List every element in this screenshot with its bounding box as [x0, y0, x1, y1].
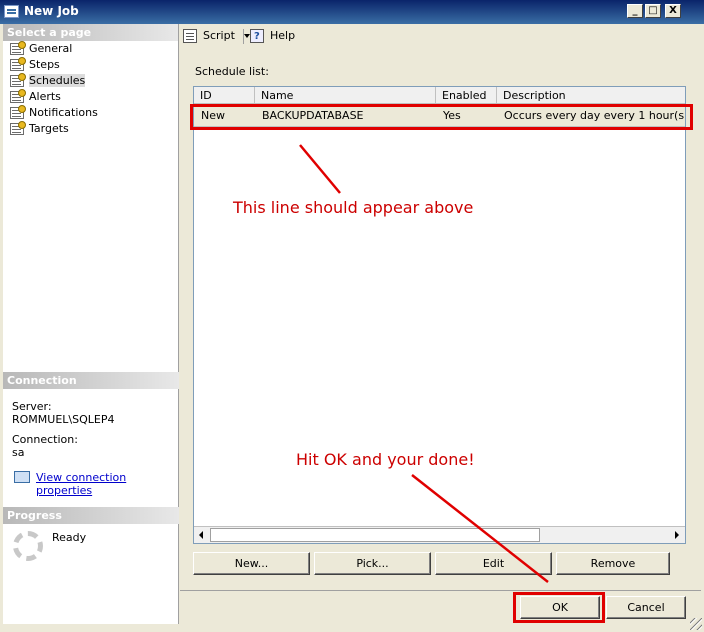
script-button[interactable]: Script — [183, 28, 251, 44]
scrollbar-thumb[interactable] — [210, 528, 540, 542]
minimize-button[interactable]: _ — [627, 4, 643, 18]
connection-header: Connection — [3, 372, 179, 389]
annotation-row-highlight — [190, 104, 693, 130]
help-label: Help — [270, 29, 296, 42]
sidebar-item-label: General — [29, 42, 73, 55]
scroll-left-icon[interactable] — [195, 528, 209, 542]
progress-status: Ready — [52, 531, 87, 544]
sidebar-item-label: Alerts — [29, 90, 61, 103]
window-icon — [4, 5, 19, 18]
sidebar-item-label: Schedules — [29, 74, 86, 87]
column-header-enabled[interactable]: Enabled — [436, 87, 497, 104]
toolbar: Script Help — [180, 24, 701, 48]
sidebar-item-steps[interactable]: Steps — [3, 57, 178, 73]
sidebar-item-general[interactable]: General — [3, 41, 178, 57]
sidebar-item-alerts[interactable]: Alerts — [3, 89, 178, 105]
window-title: New Job — [24, 4, 79, 18]
remove-schedule-button[interactable]: Remove — [556, 552, 670, 575]
new-schedule-button[interactable]: New... — [193, 552, 310, 575]
sidebar: Select a page General Steps Schedules Al… — [3, 24, 179, 624]
sidebar-item-targets[interactable]: Targets — [3, 121, 178, 137]
progress-section: Progress Ready — [3, 507, 179, 561]
toolbar-separator — [243, 29, 244, 44]
help-icon — [250, 29, 264, 45]
cancel-button[interactable]: Cancel — [606, 596, 686, 619]
page-list: General Steps Schedules Alerts Notificat… — [3, 41, 178, 137]
page-icon — [10, 41, 26, 55]
annotation-ok-highlight — [513, 592, 605, 623]
sidebar-item-notifications[interactable]: Notifications — [3, 105, 178, 121]
connection-value: sa — [12, 446, 25, 459]
select-page-header: Select a page — [3, 24, 178, 41]
maximize-button[interactable]: □ — [645, 4, 661, 18]
pick-schedule-button[interactable]: Pick... — [314, 552, 431, 575]
edit-schedule-button[interactable]: Edit — [435, 552, 552, 575]
server-value: ROMMUEL\SQLEP4 — [12, 413, 115, 426]
connection-section: Connection Server: ROMMUEL\SQLEP4 Connec… — [3, 372, 179, 517]
annotation-ok-note: Hit OK and your done! — [296, 450, 475, 469]
connection-label: Connection: — [12, 433, 78, 446]
page-icon — [10, 57, 26, 71]
view-connection-properties-link[interactable]: View connection properties — [36, 471, 126, 497]
schedule-grid[interactable]: ID Name Enabled Description New BACKUPDA… — [193, 86, 686, 544]
progress-header: Progress — [3, 507, 179, 524]
schedule-list-label: Schedule list: — [195, 65, 269, 78]
page-icon — [10, 121, 26, 135]
page-icon — [10, 89, 26, 103]
page-icon — [10, 105, 26, 119]
close-button[interactable]: X — [665, 4, 681, 18]
connection-properties-icon — [14, 471, 30, 483]
column-header-name[interactable]: Name — [255, 87, 436, 104]
sidebar-item-label: Targets — [29, 122, 69, 135]
scroll-right-icon[interactable] — [670, 528, 684, 542]
resize-grip-icon[interactable] — [690, 618, 702, 630]
server-label: Server: — [12, 400, 52, 413]
annotation-line-note: This line should appear above — [233, 198, 474, 217]
sidebar-item-label: Notifications — [29, 106, 98, 119]
script-label: Script — [203, 29, 235, 42]
progress-spinner-icon — [13, 531, 43, 561]
horizontal-scrollbar[interactable] — [194, 526, 685, 543]
sidebar-item-label: Steps — [29, 58, 60, 71]
script-icon — [183, 29, 197, 43]
column-header-description[interactable]: Description — [497, 87, 685, 104]
grid-header: ID Name Enabled Description — [194, 87, 685, 104]
view-connection-properties[interactable]: View connection properties — [12, 471, 170, 497]
main-panel: Schedule list: ID Name Enabled Descripti… — [180, 50, 701, 586]
footer-divider — [180, 590, 701, 591]
help-button[interactable]: Help — [250, 28, 296, 45]
column-header-id[interactable]: ID — [194, 87, 255, 104]
title-bar: New Job _ □ X — [0, 0, 704, 24]
sidebar-item-schedules[interactable]: Schedules — [3, 73, 178, 89]
page-icon — [10, 73, 26, 87]
